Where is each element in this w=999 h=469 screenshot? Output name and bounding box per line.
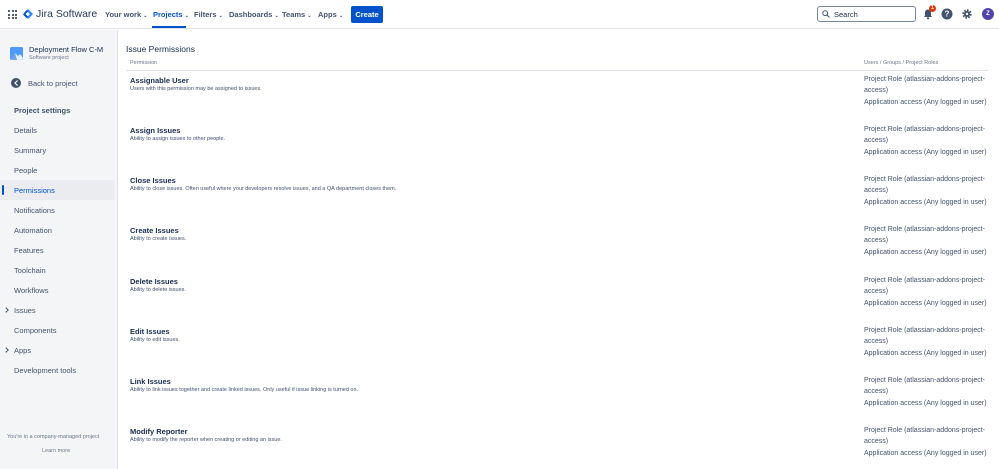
- project-avatar-icon: [10, 47, 23, 60]
- sidebar-item-notifications[interactable]: Notifications: [0, 200, 114, 220]
- nav-your-work[interactable]: Your work ⌄: [105, 10, 147, 19]
- grant-application-access: Application access (Any logged in user): [864, 349, 987, 357]
- permission-row: Link Issues Ability to link issues toget…: [126, 372, 988, 422]
- grant-project-role: Project Role (atlassian-addons-project-a…: [864, 76, 985, 95]
- sidebar-item-people[interactable]: People: [0, 160, 114, 180]
- active-nav-indicator: [152, 26, 186, 28]
- sidebar-item-details[interactable]: Details: [0, 120, 114, 140]
- permission-name: Modify Reporter: [130, 427, 188, 436]
- permission-grants: Project Role (atlassian-addons-project-a…: [864, 174, 990, 209]
- back-to-project-label: Back to project: [28, 78, 78, 88]
- grant-project-role: Project Role (atlassian-addons-project-a…: [864, 176, 985, 195]
- grant-project-role: Project Role (atlassian-addons-project-a…: [864, 427, 985, 446]
- permission-grants: Project Role (atlassian-addons-project-a…: [864, 325, 990, 360]
- permission-row: Delete Issues Ability to delete issues. …: [126, 272, 988, 322]
- chevron-right-icon: [5, 307, 9, 313]
- sidebar-item-apps[interactable]: Apps: [0, 340, 114, 360]
- permission-row: Assignable User Users with this permissi…: [126, 71, 988, 121]
- company-managed-note: You're in a company-managed project: [7, 434, 100, 440]
- svg-text:?: ?: [945, 10, 950, 19]
- product-name: Jira Software: [36, 8, 98, 20]
- permission-row: Modify Reporter Ability to modify the re…: [126, 422, 988, 469]
- sidebar-item-features[interactable]: Features: [0, 240, 114, 260]
- permission-description: Ability to close issues. Often useful wh…: [130, 186, 397, 192]
- permission-row: Close Issues Ability to close issues. Of…: [126, 171, 988, 221]
- settings-gear-icon[interactable]: [961, 8, 973, 20]
- grant-project-role: Project Role (atlassian-addons-project-a…: [864, 226, 985, 245]
- sidebar-item-automation[interactable]: Automation: [0, 220, 114, 240]
- user-avatar[interactable]: Z: [982, 8, 994, 20]
- permission-grants: Project Role (atlassian-addons-project-a…: [864, 124, 990, 159]
- project-settings-heading: Project settings: [14, 106, 71, 115]
- permission-name: Assignable User: [130, 76, 189, 85]
- nav-teams[interactable]: Teams ⌄: [282, 10, 312, 19]
- permission-description: Ability to delete issues.: [130, 287, 186, 293]
- app-switcher-icon[interactable]: [8, 10, 17, 19]
- create-button[interactable]: Create: [351, 6, 383, 23]
- grant-project-role: Project Role (atlassian-addons-project-a…: [864, 126, 985, 145]
- permission-name: Create Issues: [130, 226, 179, 235]
- grant-application-access: Application access (Any logged in user): [864, 198, 987, 206]
- jira-logo[interactable]: Jira Software: [23, 8, 97, 20]
- grant-application-access: Application access (Any logged in user): [864, 449, 987, 457]
- sidebar-item-issues[interactable]: Issues: [0, 300, 114, 320]
- help-icon[interactable]: ?: [941, 8, 953, 20]
- permission-description: Ability to assign issues to other people…: [130, 136, 226, 142]
- permission-name: Assign Issues: [130, 126, 181, 135]
- permission-description: Ability to edit issues.: [130, 337, 180, 343]
- grant-application-access: Application access (Any logged in user): [864, 248, 987, 256]
- grant-project-role: Project Role (atlassian-addons-project-a…: [864, 277, 985, 296]
- chevron-right-icon: [5, 347, 9, 353]
- grant-project-role: Project Role (atlassian-addons-project-a…: [864, 327, 985, 346]
- permission-grants: Project Role (atlassian-addons-project-a…: [864, 375, 990, 410]
- permission-row: Edit Issues Ability to edit issues. Proj…: [126, 322, 988, 372]
- nav-dashboards[interactable]: Dashboards ⌄: [229, 10, 279, 19]
- notification-badge: 1: [929, 5, 937, 12]
- sidebar-item-development-tools[interactable]: Development tools: [0, 360, 114, 380]
- project-type: Software project: [29, 55, 69, 61]
- search-placeholder: Search: [834, 9, 858, 19]
- nav-apps[interactable]: Apps ⌄: [318, 10, 343, 19]
- nav-filters[interactable]: Filters ⌄: [194, 10, 223, 19]
- permission-description: Users with this permission may be assign…: [130, 86, 262, 92]
- project-sidebar: Deployment Flow C-M Software project Bac…: [0, 30, 118, 469]
- grant-application-access: Application access (Any logged in user): [864, 148, 987, 156]
- learn-more-link[interactable]: Learn more: [42, 448, 70, 454]
- permission-description: Ability to link issues together and crea…: [130, 387, 359, 393]
- jira-logo-icon: [23, 8, 33, 19]
- grant-application-access: Application access (Any logged in user): [864, 98, 987, 106]
- grant-application-access: Application access (Any logged in user): [864, 399, 987, 407]
- back-arrow-icon: [11, 78, 21, 88]
- sidebar-item-summary[interactable]: Summary: [0, 140, 114, 160]
- back-to-project-link[interactable]: Back to project: [11, 78, 78, 88]
- permission-description: Ability to create issues.: [130, 236, 187, 242]
- page-title: Issue Permissions: [126, 44, 195, 54]
- search-icon: [822, 10, 830, 18]
- sidebar-item-permissions[interactable]: Permissions: [0, 180, 114, 200]
- permission-row: Create Issues Ability to create issues. …: [126, 221, 988, 271]
- permission-grants: Project Role (atlassian-addons-project-a…: [864, 74, 990, 109]
- sidebar-item-components[interactable]: Components: [0, 320, 114, 340]
- sidebar-item-workflows[interactable]: Workflows: [0, 280, 114, 300]
- permission-grants: Project Role (atlassian-addons-project-a…: [864, 425, 988, 460]
- column-header-roles: Users / Groups / Project Roles: [864, 60, 939, 66]
- search-input[interactable]: Search: [817, 6, 916, 22]
- grant-project-role: Project Role (atlassian-addons-project-a…: [864, 377, 985, 396]
- permission-description: Ability to modify the reporter when crea…: [130, 437, 282, 443]
- column-header-permission: Permission: [130, 60, 158, 66]
- sidebar-item-toolchain[interactable]: Toolchain: [0, 260, 114, 280]
- top-navigation: Jira Software Your work ⌄ Projects ⌄ Fil…: [0, 0, 999, 29]
- permission-name: Edit Issues: [130, 327, 170, 336]
- permission-name: Delete Issues: [130, 277, 178, 286]
- permission-grants: Project Role (atlassian-addons-project-a…: [864, 275, 990, 310]
- nav-projects[interactable]: Projects ⌄: [153, 10, 189, 19]
- project-name: Deployment Flow C-M: [29, 45, 104, 54]
- grant-application-access: Application access (Any logged in user): [864, 299, 987, 307]
- permission-name: Link Issues: [130, 377, 171, 386]
- permission-name: Close Issues: [130, 176, 176, 185]
- permission-grants: Project Role (atlassian-addons-project-a…: [864, 224, 990, 259]
- permission-row: Assign Issues Ability to assign issues t…: [126, 121, 988, 171]
